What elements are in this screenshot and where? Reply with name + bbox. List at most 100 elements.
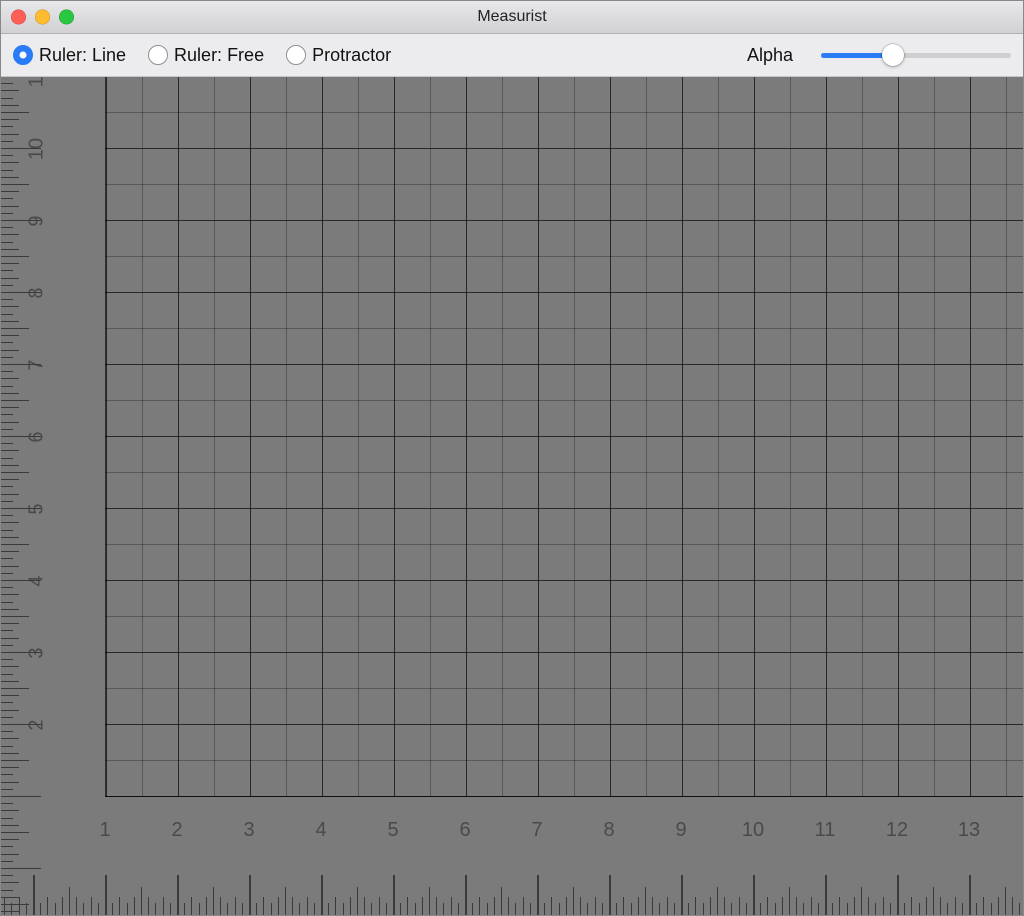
v-ruler-tick (1, 422, 19, 423)
h-ruler-tick (242, 903, 243, 915)
minimize-button[interactable] (35, 10, 50, 25)
v-ruler-tick (1, 328, 29, 329)
tool-radio-label: Ruler: Line (39, 45, 126, 66)
h-ruler-tick (256, 903, 257, 915)
v-ruler-tick (1, 155, 13, 156)
h-ruler-tick (775, 903, 776, 915)
v-ruler-tick (1, 803, 13, 804)
h-ruler-tick (314, 903, 315, 915)
v-ruler-tick (1, 710, 19, 711)
h-ruler-number: 7 (531, 819, 542, 842)
v-ruler-tick (1, 393, 19, 394)
v-ruler-tick (1, 645, 13, 646)
v-ruler-tick (1, 897, 19, 898)
h-ruler-tick (335, 897, 336, 915)
v-ruler-tick (1, 292, 41, 294)
canvas-area[interactable]: 12345678910111213 234567891011 (1, 77, 1023, 915)
v-ruler-tick (1, 321, 19, 322)
tool-radio-ruler-free[interactable]: Ruler: Free (148, 45, 264, 66)
v-ruler-tick (1, 177, 19, 178)
v-ruler-tick (1, 249, 19, 250)
v-ruler-tick (1, 551, 19, 552)
v-ruler-tick (1, 602, 13, 603)
h-ruler-tick (364, 897, 365, 915)
h-ruler-tick (695, 897, 696, 915)
v-ruler-tick (1, 666, 19, 667)
h-ruler-tick (472, 903, 473, 915)
h-ruler-tick (141, 887, 142, 915)
v-ruler-tick (1, 875, 13, 876)
h-ruler-tick (393, 875, 395, 915)
v-ruler-tick (1, 314, 13, 315)
h-ruler-tick (227, 903, 228, 915)
v-ruler-tick (1, 594, 19, 595)
v-ruler-tick (1, 148, 41, 150)
zoom-button[interactable] (59, 10, 74, 25)
h-ruler-tick (940, 897, 941, 915)
v-ruler-tick (1, 724, 41, 726)
h-ruler-tick (955, 897, 956, 915)
v-ruler-tick (1, 760, 29, 761)
v-ruler-tick (1, 854, 19, 855)
v-ruler-tick (1, 674, 13, 675)
h-ruler-tick (652, 897, 653, 915)
v-ruler-tick (1, 407, 19, 408)
v-ruler-tick (1, 465, 19, 466)
v-ruler-tick (1, 623, 19, 624)
h-ruler-number: 13 (958, 819, 980, 842)
h-ruler-tick (422, 897, 423, 915)
v-ruler-tick (1, 818, 13, 819)
alpha-slider[interactable] (821, 45, 1011, 65)
h-ruler-number: 11 (815, 819, 836, 842)
v-ruler-tick (1, 220, 41, 222)
close-button[interactable] (11, 10, 26, 25)
v-ruler-tick (1, 263, 19, 264)
tool-radio-protractor[interactable]: Protractor (286, 45, 391, 66)
v-ruler-tick (1, 630, 13, 631)
h-ruler-tick (436, 897, 437, 915)
h-ruler-tick (191, 897, 192, 915)
v-ruler-tick (1, 796, 41, 798)
h-ruler-tick (847, 903, 848, 915)
v-ruler-tick (1, 364, 41, 366)
h-ruler-tick (803, 903, 804, 915)
h-ruler-tick (177, 875, 179, 915)
v-ruler-tick (1, 278, 19, 279)
v-ruler-tick (1, 170, 13, 171)
h-ruler-tick (710, 897, 711, 915)
h-ruler-number: 3 (243, 819, 254, 842)
h-ruler-tick (537, 875, 539, 915)
h-ruler-tick (854, 897, 855, 915)
v-ruler-tick (1, 234, 19, 235)
v-ruler-tick (1, 350, 19, 351)
h-ruler-tick (148, 897, 149, 915)
v-ruler-tick (1, 616, 29, 617)
tool-radio-label: Ruler: Free (174, 45, 264, 66)
h-ruler-tick (1019, 903, 1020, 915)
h-ruler-tick (1005, 887, 1006, 915)
h-ruler-tick (357, 887, 358, 915)
v-ruler-tick (1, 371, 13, 372)
h-ruler-tick (278, 897, 279, 915)
h-ruler-tick (875, 903, 876, 915)
v-ruler-tick (1, 782, 19, 783)
h-ruler-tick (155, 903, 156, 915)
tool-radio-ruler-line[interactable]: Ruler: Line (13, 45, 126, 66)
h-ruler-tick (796, 897, 797, 915)
v-ruler-tick (1, 306, 19, 307)
v-ruler-tick (1, 825, 19, 826)
h-ruler-tick (926, 897, 927, 915)
h-ruler-tick (105, 875, 107, 915)
v-ruler-tick (1, 530, 13, 531)
h-ruler-tick (299, 903, 300, 915)
alpha-slider-thumb[interactable] (882, 44, 904, 66)
h-ruler-tick (883, 897, 884, 915)
h-ruler-tick (307, 897, 308, 915)
h-ruler-tick (321, 875, 323, 915)
h-ruler-tick (400, 903, 401, 915)
h-ruler-tick (451, 897, 452, 915)
v-ruler-tick (1, 753, 19, 754)
v-ruler-tick (1, 83, 13, 84)
vertical-ruler: 234567891011 (1, 77, 105, 915)
h-ruler-tick (602, 903, 603, 915)
